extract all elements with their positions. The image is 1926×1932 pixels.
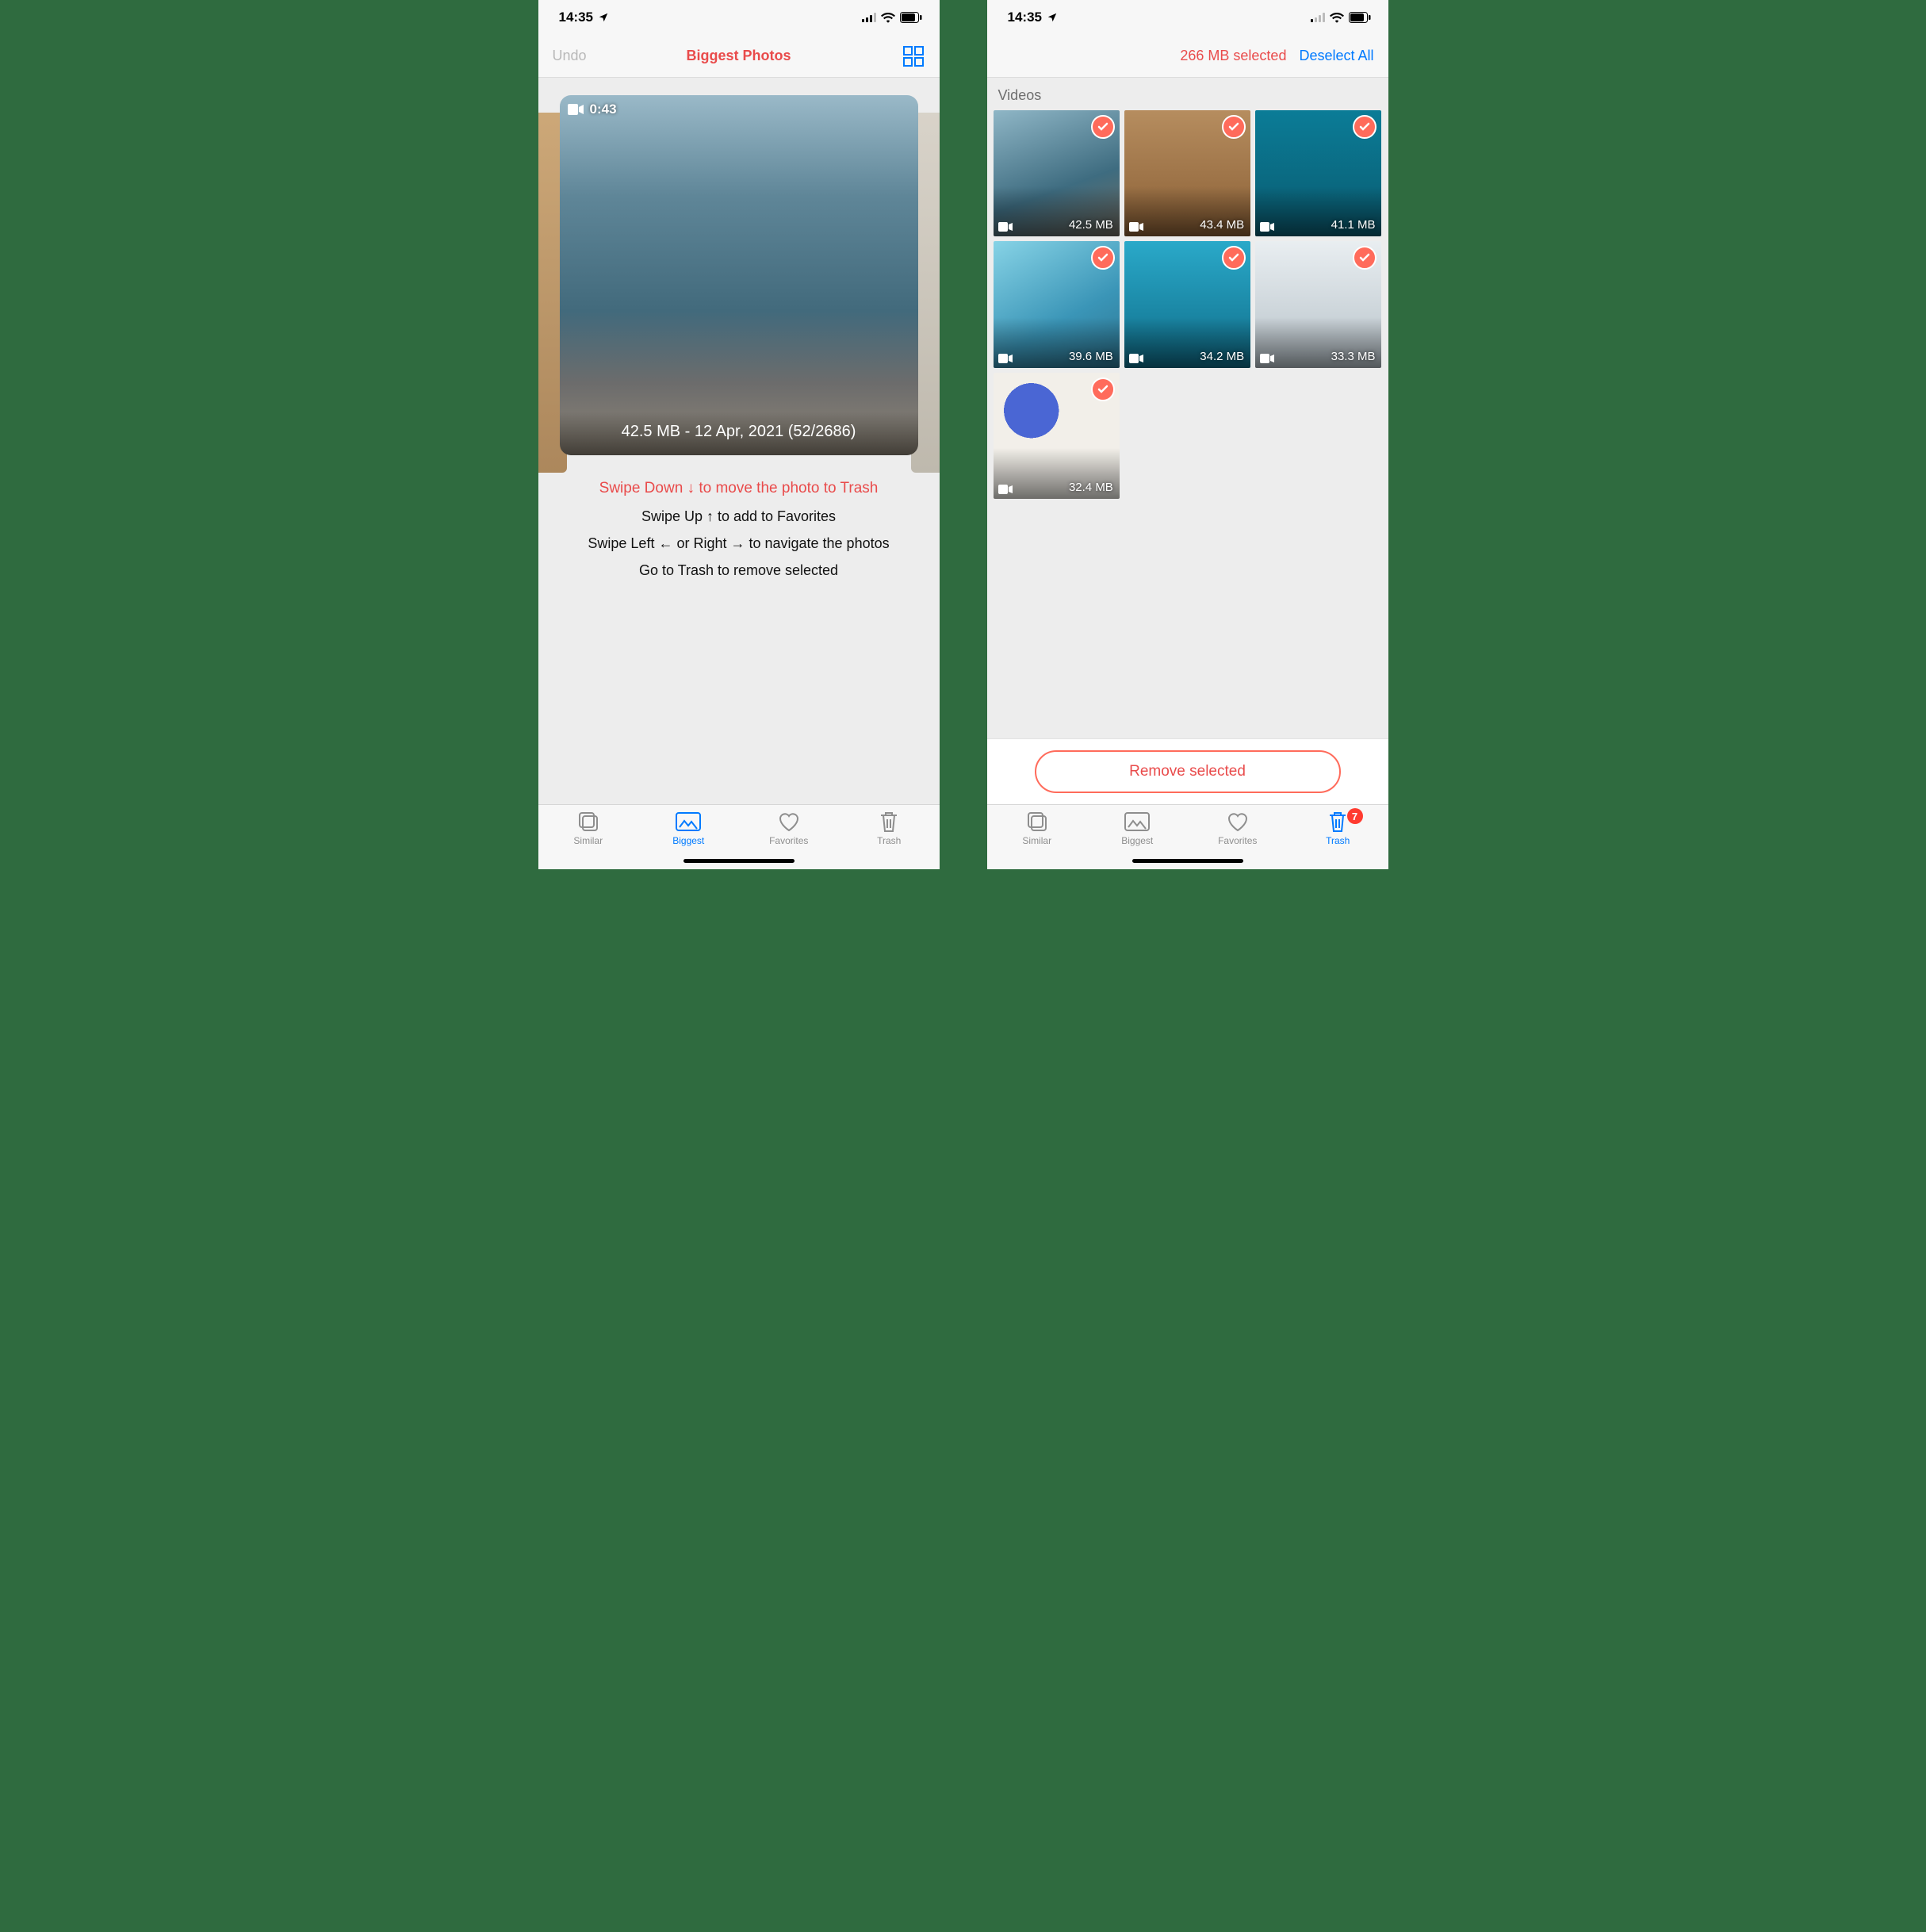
video-icon (1129, 354, 1143, 363)
wifi-icon (1330, 12, 1344, 23)
deselect-all-button[interactable]: Deselect All (1299, 48, 1373, 64)
video-icon (1129, 222, 1143, 232)
video-duration: 0:43 (590, 102, 617, 117)
status-time: 14:35 (559, 10, 593, 25)
grid-view-button[interactable] (902, 44, 925, 68)
wifi-icon (881, 12, 895, 23)
video-icon (998, 485, 1013, 494)
tab-label: Biggest (672, 835, 704, 846)
video-size: 41.1 MB (1331, 218, 1376, 232)
video-size: 34.2 MB (1200, 350, 1244, 363)
selected-check-icon[interactable] (1091, 378, 1115, 401)
nav-bar: 266 MB selected Deselect All (987, 35, 1388, 78)
photo-meta: 42.5 MB - 12 Apr, 2021 (52/2686) (560, 412, 918, 455)
status-time: 14:35 (1008, 10, 1042, 25)
selected-check-icon[interactable] (1222, 246, 1246, 270)
selected-check-icon[interactable] (1353, 115, 1377, 139)
video-icon (998, 222, 1013, 232)
page-title: Biggest Photos (538, 48, 940, 64)
video-thumb[interactable]: 39.6 MB (994, 241, 1120, 367)
tab-trash[interactable]: Trash 7 (1288, 810, 1388, 869)
tab-label: Biggest (1121, 835, 1153, 846)
video-icon (1260, 222, 1274, 232)
video-thumb[interactable]: 42.5 MB (994, 110, 1120, 236)
video-size: 39.6 MB (1069, 350, 1113, 363)
video-icon (1260, 354, 1274, 363)
battery-icon (1349, 12, 1371, 23)
video-thumb[interactable]: 43.4 MB (1124, 110, 1250, 236)
tab-label: Favorites (1218, 835, 1257, 846)
video-size: 43.4 MB (1200, 218, 1244, 232)
selected-check-icon[interactable] (1091, 246, 1115, 270)
video-thumb[interactable]: 32.4 MB (994, 373, 1120, 499)
video-size: 33.3 MB (1331, 350, 1376, 363)
selection-size-label: 266 MB selected (1180, 48, 1286, 64)
video-thumb[interactable]: 34.2 MB (1124, 241, 1250, 367)
battery-icon (900, 12, 922, 23)
home-indicator[interactable] (1132, 859, 1243, 863)
swipe-area[interactable]: 0:43 42.5 MB - 12 Apr, 2021 (52/2686) Sw… (538, 78, 940, 804)
tab-label: Similar (573, 835, 603, 846)
location-icon (598, 12, 609, 23)
hint-swipe-lr: Swipe Left ← or Right → to navigate the … (588, 530, 889, 557)
video-icon (568, 104, 584, 115)
location-icon (1047, 12, 1058, 23)
trash-badge: 7 (1347, 808, 1363, 824)
current-photo[interactable]: 0:43 42.5 MB - 12 Apr, 2021 (52/2686) (560, 95, 918, 455)
remove-bar: Remove selected (987, 738, 1388, 804)
tab-label: Favorites (769, 835, 808, 846)
cellular-icon (862, 13, 876, 22)
tab-similar[interactable]: Similar (987, 810, 1088, 869)
tab-similar[interactable]: Similar (538, 810, 639, 869)
video-thumb[interactable]: 33.3 MB (1255, 241, 1381, 367)
selected-check-icon[interactable] (1222, 115, 1246, 139)
video-thumb[interactable]: 41.1 MB (1255, 110, 1381, 236)
video-icon (998, 354, 1013, 363)
hint-swipe-up: Swipe Up ↑ to add to Favorites (588, 503, 889, 530)
home-indicator[interactable] (683, 859, 795, 863)
swipe-hints: Swipe Down ↓ to move the photo to Trash … (588, 474, 889, 585)
tab-trash[interactable]: Trash (839, 810, 940, 869)
video-size: 42.5 MB (1069, 218, 1113, 232)
tab-label: Trash (1326, 835, 1350, 846)
selected-check-icon[interactable] (1091, 115, 1115, 139)
phone-trash: 14:35 266 MB selected Deselect All Video… (987, 0, 1388, 869)
video-size: 32.4 MB (1069, 481, 1113, 494)
undo-button[interactable]: Undo (553, 48, 587, 64)
nav-bar: Undo Biggest Photos (538, 35, 940, 78)
remove-selected-button[interactable]: Remove selected (1035, 750, 1341, 793)
phone-biggest-photos: 14:35 Undo Biggest Photos (538, 0, 940, 869)
section-header-videos: Videos (987, 78, 1388, 110)
hint-swipe-down: Swipe Down ↓ to move the photo to Trash (588, 474, 889, 503)
hint-trash: Go to Trash to remove selected (588, 557, 889, 584)
selected-check-icon[interactable] (1353, 246, 1377, 270)
tab-label: Trash (877, 835, 901, 846)
status-bar: 14:35 (987, 0, 1388, 35)
tab-label: Similar (1022, 835, 1051, 846)
status-bar: 14:35 (538, 0, 940, 35)
cellular-icon (1311, 13, 1325, 22)
video-grid: 42.5 MB 43.4 MB 41.1 MB 39.6 MB (987, 110, 1388, 738)
